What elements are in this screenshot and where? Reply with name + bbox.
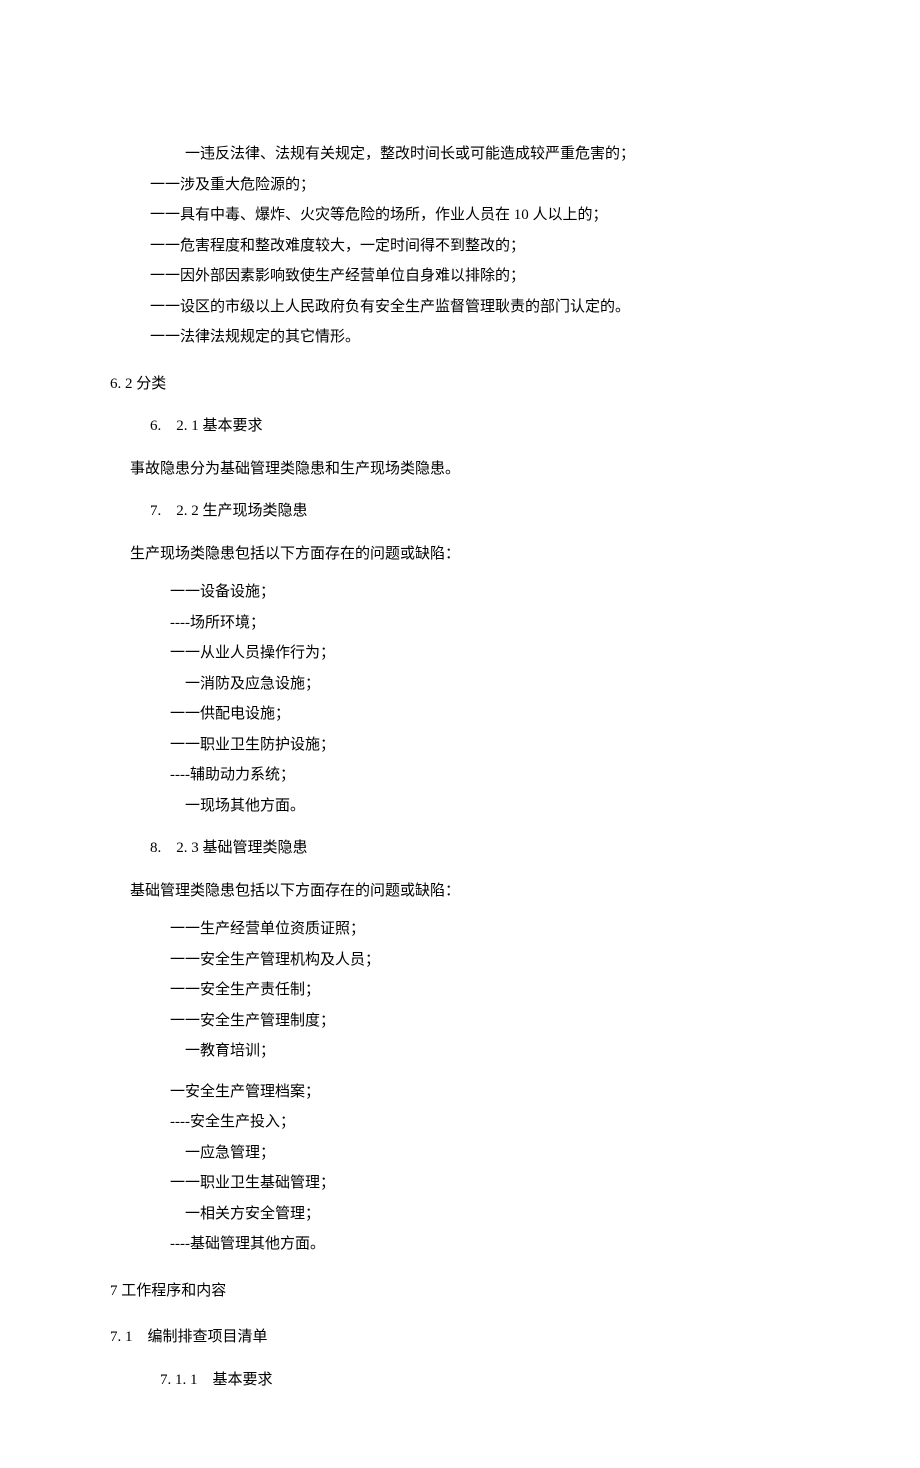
- list-6-2-3-a: 一一生产经营单位资质证照； 一一安全生产管理机构及人员； 一一安全生产责任制； …: [110, 915, 810, 1066]
- list-item: ----基础管理其他方面。: [110, 1230, 810, 1259]
- heading-6-2-1: 6. 2. 1 基本要求: [110, 412, 810, 441]
- list-item: 一一职业卫生基础管理；: [110, 1169, 810, 1198]
- body-6-2-2: 生产现场类隐患包括以下方面存在的问题或缺陷：: [110, 540, 810, 569]
- list-item: 一安全生产管理档案；: [110, 1078, 810, 1107]
- list-item: 一一安全生产管理制度；: [110, 1007, 810, 1036]
- list-6-2-3-b: 一安全生产管理档案； ----安全生产投入； 一应急管理； 一一职业卫生基础管理…: [110, 1078, 810, 1259]
- list-item: ----安全生产投入；: [110, 1108, 810, 1137]
- list-item: 一教育培训；: [110, 1037, 810, 1066]
- list-item: 一一从业人员操作行为；: [110, 639, 810, 668]
- list-item: 一一安全生产责任制；: [110, 976, 810, 1005]
- list-item: 一相关方安全管理；: [110, 1200, 810, 1229]
- list-item: 一一安全生产管理机构及人员；: [110, 946, 810, 975]
- heading-7-1-1: 7. 1. 1 基本要求: [110, 1366, 810, 1395]
- list-item: 一一生产经营单位资质证照；: [110, 915, 810, 944]
- heading-7-1: 7. 1 编制排查项目清单: [110, 1323, 810, 1352]
- document-body: 一违反法律、法规有关规定，整改时间长或可能造成较严重危害的； 一一涉及重大危险源…: [110, 140, 810, 1394]
- list-item: 一一危害程度和整改难度较大，一定时间得不到整改的；: [110, 232, 810, 261]
- list-item: ----辅助动力系统；: [110, 761, 810, 790]
- list-item: 一一职业卫生防护设施；: [110, 731, 810, 760]
- list-item: 一一法律法规规定的其它情形。: [110, 323, 810, 352]
- list-6-2-2: 一一设备设施； ----场所环境； 一一从业人员操作行为； 一消防及应急设施； …: [110, 578, 810, 820]
- list-item: 一一因外部因素影响致使生产经营单位自身难以排除的；: [110, 262, 810, 291]
- heading-6-2: 6. 2 分类: [110, 370, 810, 399]
- list-item: 一消防及应急设施；: [110, 670, 810, 699]
- list-item: 一一涉及重大危险源的；: [110, 171, 810, 200]
- top-list: 一违反法律、法规有关规定，整改时间长或可能造成较严重危害的； 一一涉及重大危险源…: [110, 140, 810, 352]
- list-item: 一一供配电设施；: [110, 700, 810, 729]
- body-6-2-1: 事故隐患分为基础管理类隐患和生产现场类隐患。: [110, 455, 810, 484]
- list-item: 一现场其他方面。: [110, 792, 810, 821]
- list-item: 一一设备设施；: [110, 578, 810, 607]
- list-item: ----场所环境；: [110, 609, 810, 638]
- body-6-2-3: 基础管理类隐患包括以下方面存在的问题或缺陷：: [110, 877, 810, 906]
- heading-6-2-3: 8. 2. 3 基础管理类隐患: [110, 834, 810, 863]
- list-item: 一一设区的市级以上人民政府负有安全生产监督管理耿责的部门认定的。: [110, 293, 810, 322]
- heading-6-2-2: 7. 2. 2 生产现场类隐患: [110, 497, 810, 526]
- list-item: 一应急管理；: [110, 1139, 810, 1168]
- list-item: 一一具有中毒、爆炸、火灾等危险的场所，作业人员在 10 人以上的；: [110, 201, 810, 230]
- list-item: 一违反法律、法规有关规定，整改时间长或可能造成较严重危害的；: [110, 140, 810, 169]
